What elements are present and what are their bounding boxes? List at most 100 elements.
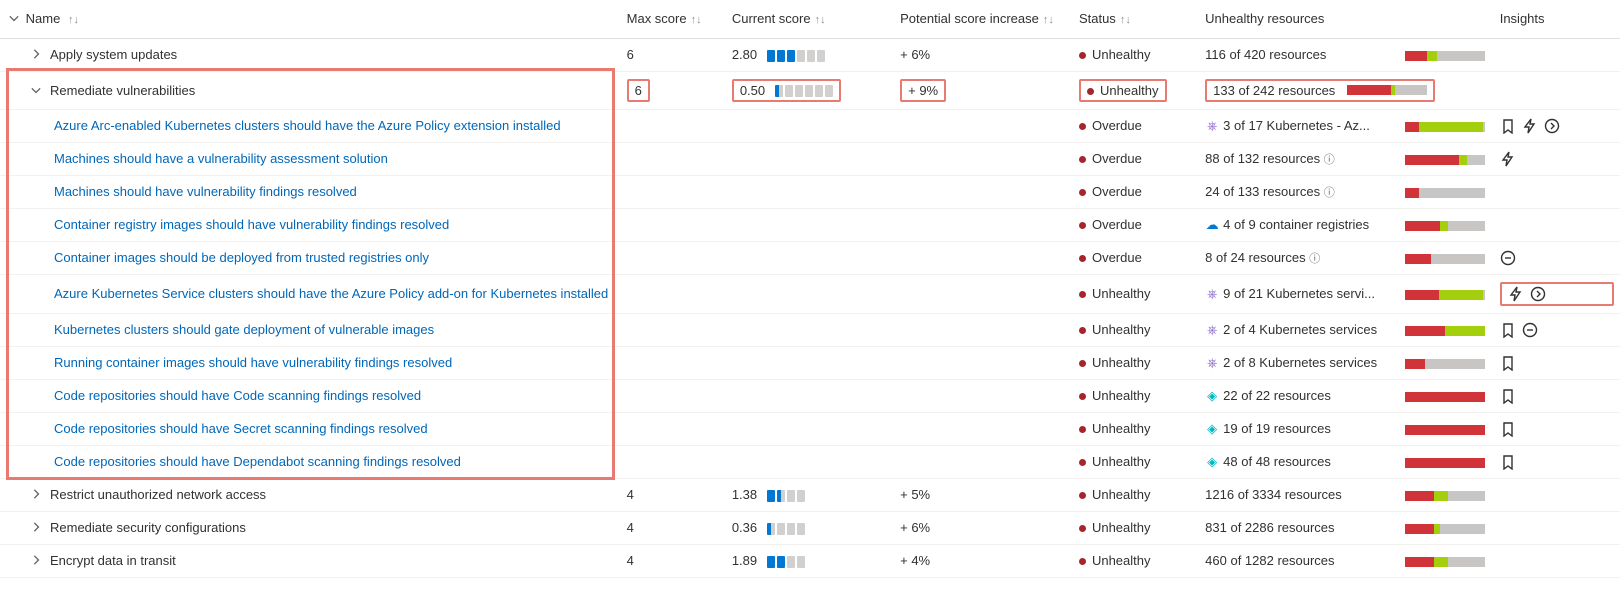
status-cell: Unhealthy [1073, 346, 1199, 379]
bookmark-icon[interactable] [1500, 118, 1516, 134]
insights-cell [1500, 322, 1614, 338]
circle-minus-icon[interactable] [1522, 322, 1538, 338]
resources-cell: ☁4 of 9 container registries [1199, 208, 1399, 241]
col-header-status[interactable]: Status↑↓ [1073, 0, 1199, 38]
status-cell: Unhealthy [1073, 71, 1199, 109]
select-all-chevron-icon[interactable] [6, 11, 22, 26]
bookmark-icon[interactable] [1500, 454, 1516, 470]
recommendation-link[interactable]: Azure Arc-enabled Kubernetes clusters sh… [54, 118, 561, 133]
resource-bar [1405, 326, 1485, 336]
group-row[interactable]: Restrict unauthorized network access 4 1… [0, 478, 1620, 511]
col-header-current[interactable]: Current score↑↓ [726, 0, 894, 38]
resources-cell: ◈48 of 48 resources [1199, 445, 1399, 478]
col-header-name[interactable]: Name ↑↓ [0, 0, 621, 38]
recommendation-row[interactable]: Container registry images should have vu… [0, 208, 1620, 241]
k8s-icon: ⎈ [1205, 118, 1219, 134]
chevron-right-icon[interactable] [28, 487, 44, 502]
recommendation-link[interactable]: Code repositories should have Secret sca… [54, 421, 428, 436]
status-cell: Unhealthy [1073, 274, 1199, 313]
recommendation-row[interactable]: Container images should be deployed from… [0, 241, 1620, 274]
group-row[interactable]: Apply system updates 6 2.80 + 6% Unhealt… [0, 38, 1620, 71]
recommendation-row[interactable]: Machines should have a vulnerability ass… [0, 142, 1620, 175]
recommendation-row[interactable]: Code repositories should have Code scann… [0, 379, 1620, 412]
chevron-right-icon[interactable] [28, 520, 44, 535]
col-header-insights: Insights [1494, 0, 1620, 38]
recommendation-row[interactable]: Code repositories should have Secret sca… [0, 412, 1620, 445]
status-label: Unhealthy [1092, 487, 1151, 502]
resources-cell: 88 of 132 resources ⓘ [1199, 142, 1399, 175]
col-header-max[interactable]: Max score↑↓ [621, 0, 726, 38]
status-label: Unhealthy [1092, 355, 1151, 370]
recommendation-row[interactable]: Kubernetes clusters should gate deployme… [0, 313, 1620, 346]
status-label: Unhealthy [1092, 553, 1151, 568]
status-label: Overdue [1092, 184, 1142, 199]
resources-cell: 8 of 24 resources ⓘ [1199, 241, 1399, 274]
sort-icon: ↑↓ [64, 14, 79, 26]
resource-bar [1405, 51, 1485, 61]
recommendation-row[interactable]: Machines should have vulnerability findi… [0, 175, 1620, 208]
group-row[interactable]: Remediate vulnerabilities 6 0.50 + 9% Un… [0, 71, 1620, 109]
flash-icon[interactable] [1522, 118, 1538, 134]
status-cell: Unhealthy [1073, 38, 1199, 71]
bookmark-icon[interactable] [1500, 355, 1516, 371]
chevron-right-icon[interactable] [28, 553, 44, 568]
recommendation-link[interactable]: Running container images should have vul… [54, 355, 452, 370]
max-score-cell: 4 [621, 544, 726, 577]
info-icon[interactable]: ⓘ [1309, 253, 1320, 265]
bookmark-icon[interactable] [1500, 322, 1516, 338]
resource-bar [1405, 122, 1485, 132]
chevron-right-icon[interactable] [28, 47, 44, 62]
info-icon[interactable]: ⓘ [1324, 154, 1335, 166]
resource-bar [1405, 188, 1485, 198]
status-cell: Overdue [1073, 109, 1199, 142]
status-cell: Overdue [1073, 208, 1199, 241]
flash-icon[interactable] [1500, 151, 1516, 167]
status-dot-icon [1079, 222, 1086, 229]
status-label: Overdue [1092, 118, 1142, 133]
highlighted-status: Unhealthy [1079, 79, 1167, 102]
recommendation-link[interactable]: Azure Kubernetes Service clusters should… [54, 286, 608, 301]
group-name-label: Remediate security configurations [50, 520, 246, 535]
status-dot-icon [1079, 52, 1086, 59]
status-label: Unhealthy [1092, 421, 1151, 436]
recommendation-link[interactable]: Machines should have vulnerability findi… [54, 184, 357, 199]
recommendation-link[interactable]: Container registry images should have vu… [54, 217, 449, 232]
circle-right-icon[interactable] [1544, 118, 1560, 134]
score-bar [767, 50, 825, 62]
status-label: Unhealthy [1092, 388, 1151, 403]
bookmark-icon[interactable] [1500, 388, 1516, 404]
bookmark-icon[interactable] [1500, 421, 1516, 437]
recommendation-link[interactable]: Code repositories should have Dependabot… [54, 454, 461, 469]
resources-cell: ⎈2 of 8 Kubernetes services [1199, 346, 1399, 379]
recommendation-row[interactable]: Running container images should have vul… [0, 346, 1620, 379]
repo-icon: ◈ [1205, 454, 1219, 470]
chevron-down-icon[interactable] [28, 83, 44, 98]
col-header-potential[interactable]: Potential score increase↑↓ [894, 0, 1073, 38]
recommendation-link[interactable]: Kubernetes clusters should gate deployme… [54, 322, 434, 337]
circle-right-icon[interactable] [1530, 286, 1546, 302]
circle-minus-icon[interactable] [1500, 250, 1516, 266]
status-cell: Overdue [1073, 241, 1199, 274]
status-cell: Unhealthy [1073, 412, 1199, 445]
status-label: Unhealthy [1092, 520, 1151, 535]
flash-icon[interactable] [1508, 286, 1524, 302]
recommendation-link[interactable]: Container images should be deployed from… [54, 250, 429, 265]
group-row[interactable]: Remediate security configurations 4 0.36… [0, 511, 1620, 544]
info-icon[interactable]: ⓘ [1324, 187, 1335, 199]
max-score-cell: 4 [621, 511, 726, 544]
recommendation-row[interactable]: Azure Arc-enabled Kubernetes clusters sh… [0, 109, 1620, 142]
status-cell: Unhealthy [1073, 511, 1199, 544]
recommendation-link[interactable]: Machines should have a vulnerability ass… [54, 151, 388, 166]
recommendation-row[interactable]: Azure Kubernetes Service clusters should… [0, 274, 1620, 313]
resources-cell: 460 of 1282 resources [1199, 544, 1399, 577]
status-dot-icon [1079, 459, 1086, 466]
resources-cell: 116 of 420 resources [1199, 38, 1399, 71]
insights-cell [1500, 151, 1614, 167]
status-cell: Overdue [1073, 142, 1199, 175]
recommendation-row[interactable]: Code repositories should have Dependabot… [0, 445, 1620, 478]
resource-bar [1405, 524, 1485, 534]
col-header-unhealthy[interactable]: Unhealthy resources [1199, 0, 1494, 38]
group-row[interactable]: Encrypt data in transit 4 1.89 + 4% Unhe… [0, 544, 1620, 577]
recommendation-link[interactable]: Code repositories should have Code scann… [54, 388, 421, 403]
highlighted-max-score: 6 [627, 79, 650, 102]
